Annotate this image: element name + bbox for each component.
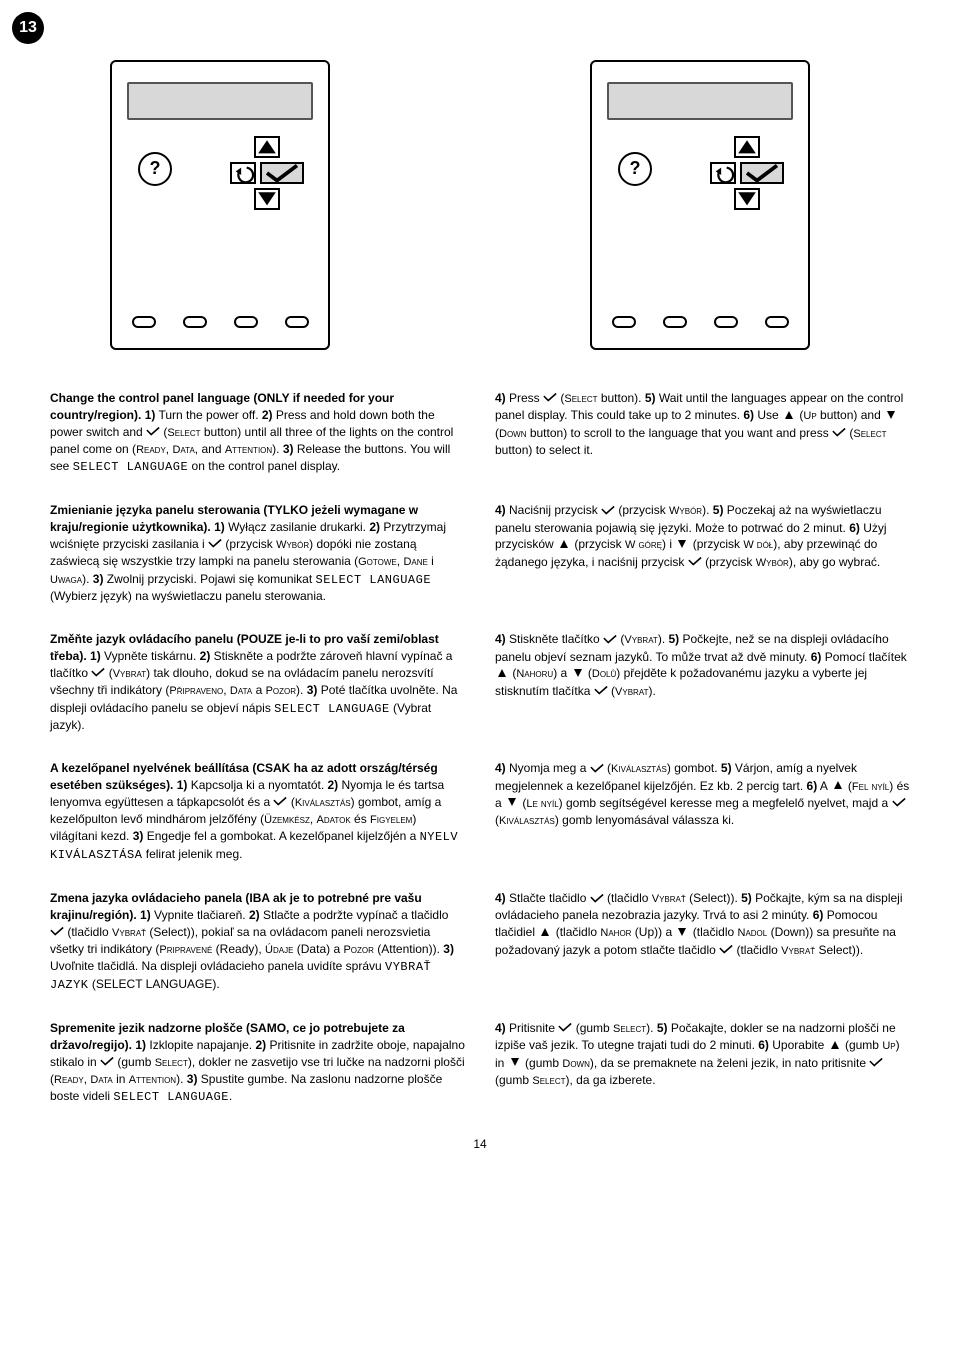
select-icon (558, 1020, 572, 1037)
up-icon (828, 1038, 842, 1055)
instruction-right: 4) Stlačte tlačidlo (tlačidlo Vybrať (Se… (495, 890, 910, 959)
led-slot (765, 316, 789, 328)
language-row-sl: Spremenite jezik nadzorne plošče (SAMO, … (50, 1020, 910, 1106)
nav-buttons (228, 136, 306, 214)
down-button (734, 188, 760, 210)
select-icon (594, 683, 608, 700)
down-icon (505, 795, 519, 812)
up-icon (831, 778, 845, 795)
up-icon (782, 408, 796, 425)
select-icon (601, 503, 615, 520)
up-icon (495, 666, 509, 683)
select-button (260, 162, 304, 184)
select-icon (50, 924, 64, 941)
indicator-leds (112, 316, 328, 328)
indicator-leds (592, 316, 808, 328)
device-right: ? (590, 60, 810, 350)
down-icon (884, 408, 898, 425)
up-icon (538, 925, 552, 942)
up-button (254, 136, 280, 158)
select-icon (543, 390, 557, 407)
step-badge: 13 (12, 12, 44, 44)
instruction-left: Change the control panel language (ONLY … (50, 390, 465, 476)
instruction-left: Zmena jazyka ovládacieho panela (IBA ak … (50, 890, 465, 994)
help-button: ? (618, 152, 652, 186)
led-slot (234, 316, 258, 328)
language-row-hu: A kezelőpanel nyelvének beállítása (CSAK… (50, 760, 910, 864)
language-row-cs: Změňte jazyk ovládacího panelu (POUZE je… (50, 631, 910, 734)
instruction-right: 4) Pritisnite (gumb Select). 5) Počakajt… (495, 1020, 910, 1090)
select-icon (91, 665, 105, 682)
select-icon (719, 942, 733, 959)
select-icon (603, 632, 617, 649)
select-icon (273, 794, 287, 811)
select-icon (688, 554, 702, 571)
select-button (740, 162, 784, 184)
instruction-left: Zmienianie języka panelu sterowania (TYL… (50, 502, 465, 605)
led-slot (285, 316, 309, 328)
select-icon (208, 536, 222, 553)
back-button (710, 162, 736, 184)
led-slot (183, 316, 207, 328)
led-slot (663, 316, 687, 328)
select-icon (892, 795, 906, 812)
language-row-en: Change the control panel language (ONLY … (50, 390, 910, 476)
down-icon (508, 1055, 522, 1072)
up-button (734, 136, 760, 158)
instruction-right: 4) Press (Select button). 5) Wait until … (495, 390, 910, 459)
up-icon (557, 537, 571, 554)
down-icon (675, 925, 689, 942)
language-row-sk: Zmena jazyka ovládacieho panela (IBA ak … (50, 890, 910, 994)
select-icon (832, 425, 846, 442)
select-icon (146, 424, 160, 441)
instruction-right: 4) Naciśnij przycisk (przycisk Wybór). 5… (495, 502, 910, 571)
down-icon (571, 666, 585, 683)
down-button (254, 188, 280, 210)
led-slot (714, 316, 738, 328)
led-slot (132, 316, 156, 328)
device-left: ? (110, 60, 330, 350)
help-button: ? (138, 152, 172, 186)
language-row-pl: Zmienianie języka panelu sterowania (TYL… (50, 502, 910, 605)
instruction-left: Změňte jazyk ovládacího panelu (POUZE je… (50, 631, 465, 734)
instruction-left: Spremenite jezik nadzorne plošče (SAMO, … (50, 1020, 465, 1106)
down-icon (675, 537, 689, 554)
nav-buttons (708, 136, 786, 214)
instruction-right: 4) Nyomja meg a (Kiválasztás) gombot. 5)… (495, 760, 910, 830)
select-icon (869, 1055, 883, 1072)
back-button (230, 162, 256, 184)
select-icon (100, 1054, 114, 1071)
select-icon (590, 761, 604, 778)
page-number: 14 (50, 1136, 910, 1153)
select-icon (590, 891, 604, 908)
lcd-screen (127, 82, 313, 120)
led-slot (612, 316, 636, 328)
instruction-left: A kezelőpanel nyelvének beállítása (CSAK… (50, 760, 465, 864)
device-diagrams: ? ? (110, 60, 910, 350)
instruction-right: 4) Stiskněte tlačítko (Vybrat). 5) Počke… (495, 631, 910, 700)
lcd-screen (607, 82, 793, 120)
